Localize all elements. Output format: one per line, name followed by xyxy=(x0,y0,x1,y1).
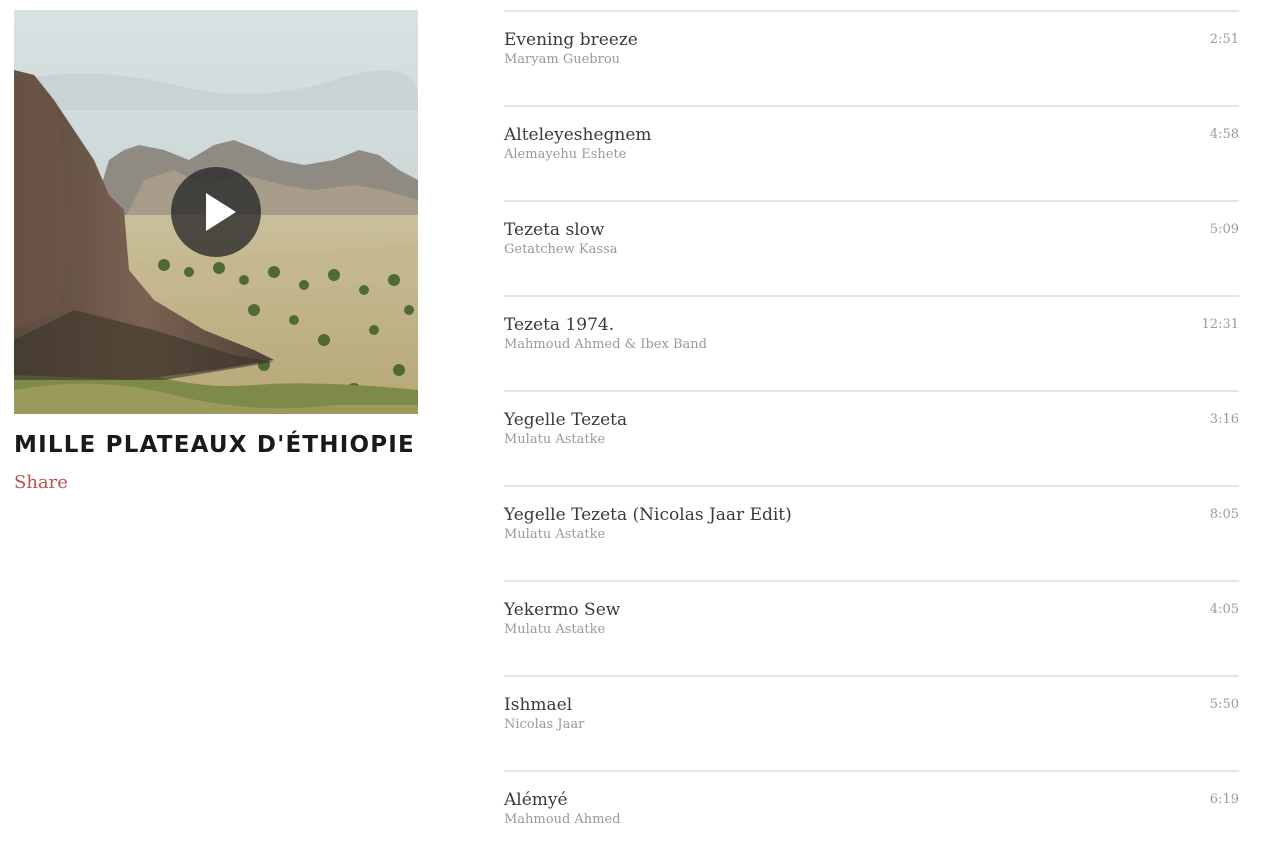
tracklist: Evening breeze Maryam Guebrou 2:51 Altel… xyxy=(504,10,1239,855)
track-duration: 5:50 xyxy=(1209,697,1239,712)
play-button[interactable] xyxy=(171,167,261,257)
track-duration: 12:31 xyxy=(1201,317,1239,332)
track-artist: Getatchew Kassa xyxy=(504,242,618,257)
track-row[interactable]: Yekermo Sew Mulatu Astatke 4:05 xyxy=(504,580,1239,675)
track-artist: Mahmoud Ahmed xyxy=(504,812,621,827)
track-row[interactable]: Yegelle Tezeta Mulatu Astatke 3:16 xyxy=(504,390,1239,485)
track-artist: Alemayehu Eshete xyxy=(504,147,627,162)
track-title: Evening breeze xyxy=(504,30,638,50)
track-artist: Mulatu Astatke xyxy=(504,432,606,447)
track-row[interactable]: Yegelle Tezeta (Nicolas Jaar Edit) Mulat… xyxy=(504,485,1239,580)
track-duration: 8:05 xyxy=(1209,507,1239,522)
track-duration: 4:05 xyxy=(1209,602,1239,617)
track-title: Alteleyeshegnem xyxy=(504,125,652,145)
play-icon xyxy=(206,193,236,231)
track-duration: 2:51 xyxy=(1209,32,1239,47)
track-row[interactable]: Tezeta 1974. Mahmoud Ahmed & Ibex Band 1… xyxy=(504,295,1239,390)
track-artist: Mulatu Astatke xyxy=(504,527,606,542)
track-row[interactable]: Evening breeze Maryam Guebrou 2:51 xyxy=(504,10,1239,105)
track-row[interactable]: Tezeta slow Getatchew Kassa 5:09 xyxy=(504,200,1239,295)
track-row[interactable]: Ishmael Nicolas Jaar 5:50 xyxy=(504,675,1239,770)
track-artist: Mahmoud Ahmed & Ibex Band xyxy=(504,337,707,352)
track-title: Tezeta 1974. xyxy=(504,315,615,335)
track-artist: Mulatu Astatke xyxy=(504,622,606,637)
track-artist: Maryam Guebrou xyxy=(504,52,621,67)
track-title: Yegelle Tezeta (Nicolas Jaar Edit) xyxy=(504,505,792,525)
track-artist: Nicolas Jaar xyxy=(504,717,585,732)
track-row[interactable]: Alteleyeshegnem Alemayehu Eshete 4:58 xyxy=(504,105,1239,200)
track-row[interactable]: Alémyé Mahmoud Ahmed 6:19 xyxy=(504,770,1239,855)
album-title: MILLE PLATEAUX D'ÉTHIOPIE xyxy=(14,432,415,458)
track-title: Tezeta slow xyxy=(504,220,605,240)
track-duration: 3:16 xyxy=(1209,412,1239,427)
track-title: Ishmael xyxy=(504,695,573,715)
track-duration: 6:19 xyxy=(1209,792,1239,807)
track-duration: 4:58 xyxy=(1209,127,1239,142)
album-cover[interactable] xyxy=(14,10,418,414)
track-title: Yekermo Sew xyxy=(504,600,621,620)
track-title: Alémyé xyxy=(504,790,568,810)
share-link[interactable]: Share xyxy=(14,472,68,493)
track-duration: 5:09 xyxy=(1209,222,1239,237)
track-title: Yegelle Tezeta xyxy=(504,410,628,430)
